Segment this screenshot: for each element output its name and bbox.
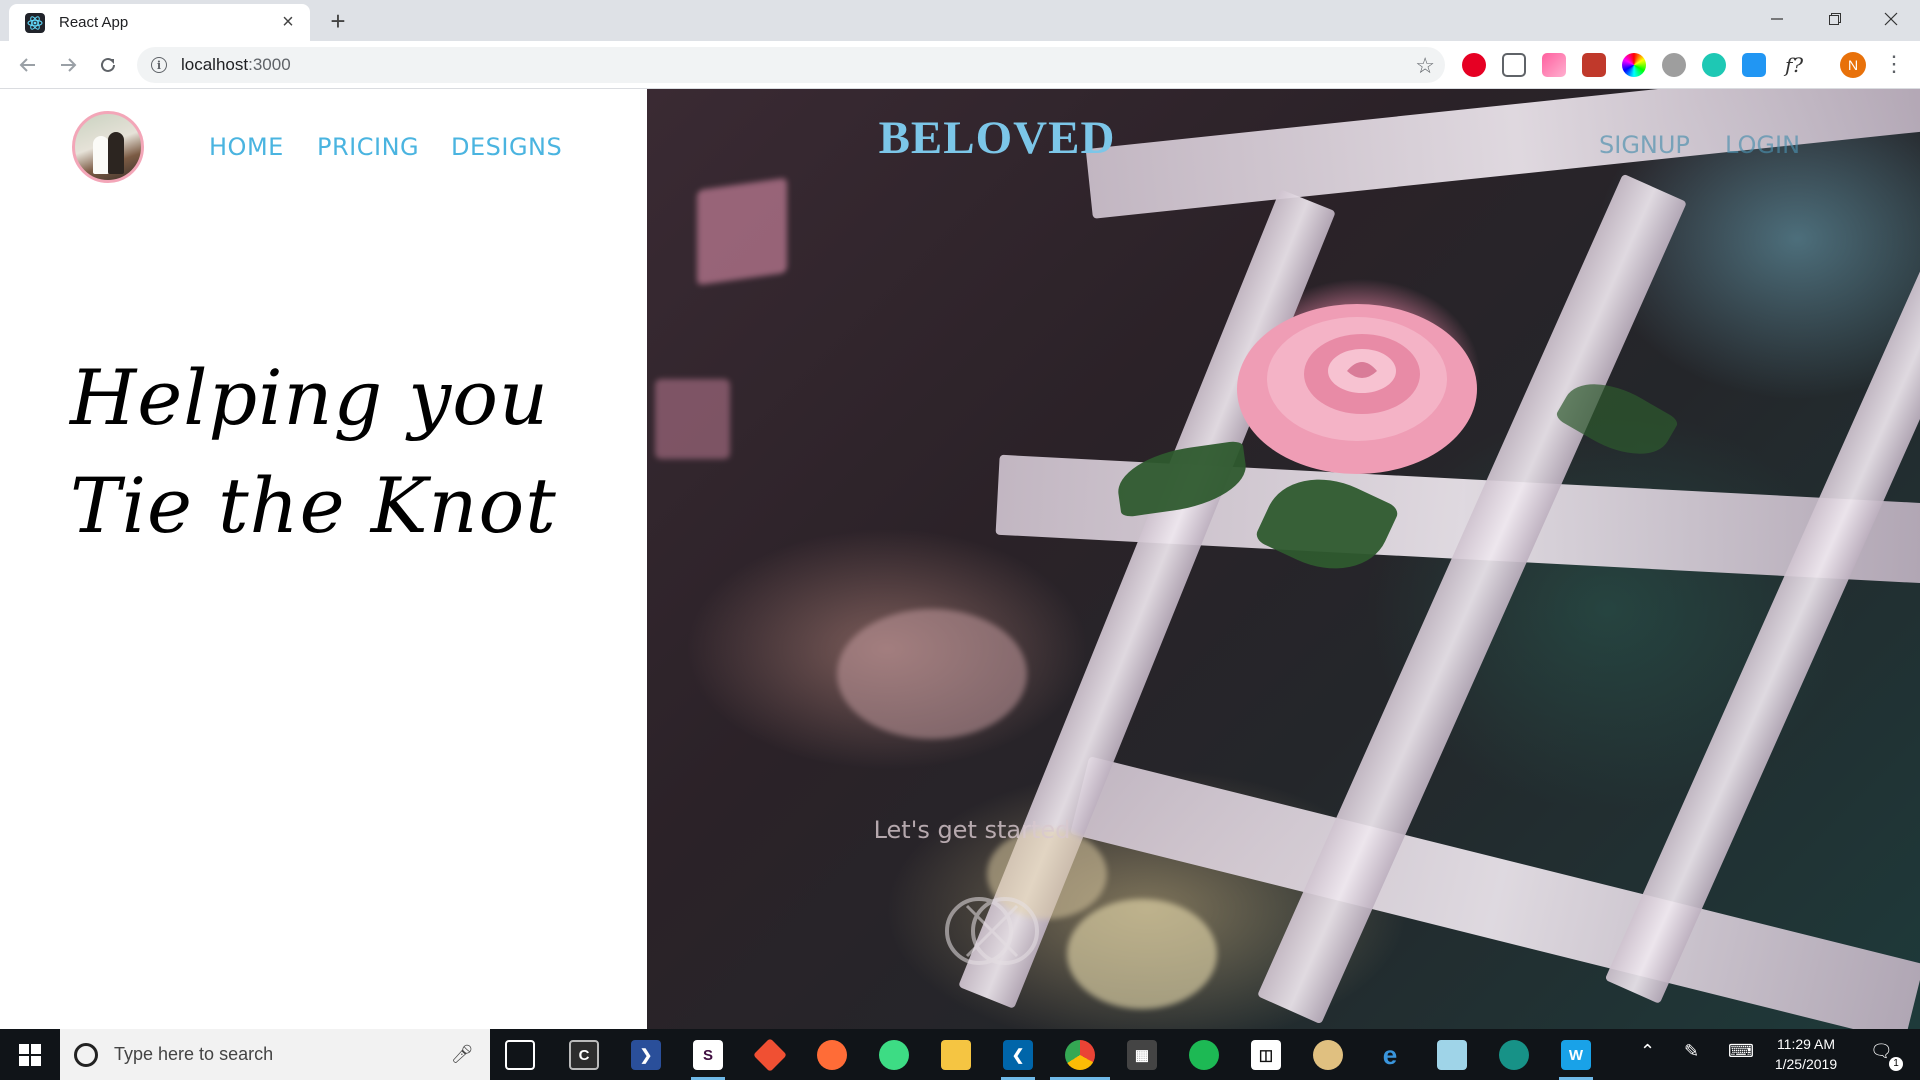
windows-start-icon[interactable] (0, 1029, 60, 1080)
tab-icon[interactable] (1742, 53, 1766, 77)
pumpkin-icon[interactable] (1662, 53, 1686, 77)
paint-icon[interactable] (1313, 1040, 1343, 1070)
spotify-icon[interactable] (1189, 1040, 1219, 1070)
left-panel: HOME PRICING DESIGNS Helping you Tie the… (0, 89, 647, 1029)
bride-figure (93, 136, 109, 174)
wedding-rings-icon[interactable] (937, 876, 1047, 986)
maximize-button[interactable] (1806, 0, 1864, 38)
powershell-icon[interactable]: ❯ (631, 1040, 661, 1070)
blurred-flower (1067, 899, 1217, 1009)
cortana-icon (74, 1042, 98, 1067)
brand-title[interactable]: BELOVED (847, 111, 1147, 165)
pink-rose-image (1237, 304, 1477, 474)
signup-link[interactable]: SIGNUP (1599, 131, 1690, 159)
clock-time: 11:29 AM (1776, 1036, 1836, 1052)
edge-icon[interactable]: e (1375, 1040, 1405, 1070)
forward-button[interactable] (54, 51, 82, 79)
site-info-icon[interactable]: i (151, 57, 167, 73)
react-favicon-icon (25, 12, 45, 33)
clock-date: 1/25/2019 (1774, 1056, 1838, 1072)
web-page: HOME PRICING DESIGNS Helping you Tie the… (0, 89, 1920, 1029)
profile-avatar[interactable]: N (1840, 52, 1866, 78)
hero-heading: Helping you Tie the Knot (70, 344, 630, 560)
gradient-icon[interactable] (1542, 53, 1566, 77)
tab-title: React App (59, 14, 129, 31)
microphone-icon[interactable]: 🎤︎ (450, 1044, 474, 1065)
trellis-slat (1604, 193, 1920, 1005)
terminal-icon[interactable]: C (569, 1040, 599, 1070)
browser-menu-icon[interactable]: ⋮ (1882, 51, 1906, 79)
url-host: localhost (181, 55, 249, 74)
vscode-icon[interactable]: ❮ (1003, 1040, 1033, 1070)
minimize-button[interactable] (1748, 0, 1806, 38)
notification-count-badge: 1 (1889, 1057, 1903, 1071)
color-wheel-icon[interactable] (1622, 53, 1646, 77)
screenshot-icon[interactable] (1502, 53, 1526, 77)
file-explorer-icon[interactable] (941, 1040, 971, 1070)
calculator-icon[interactable]: ▦ (1127, 1040, 1157, 1070)
teal-circle-icon[interactable] (1702, 53, 1726, 77)
pinterest-icon[interactable] (1462, 53, 1486, 77)
puzzle-icon[interactable] (1582, 53, 1606, 77)
hero-line-2: Tie the Knot (70, 461, 557, 550)
kindle-icon[interactable]: ◫ (1251, 1040, 1281, 1070)
browser-tab[interactable]: React App × (9, 4, 310, 41)
tab-close-icon[interactable]: × (276, 11, 300, 35)
taskbar-search-box[interactable]: Type here to search 🎤︎ (60, 1029, 490, 1080)
postman-icon[interactable] (817, 1040, 847, 1070)
tray-chevron-icon[interactable]: ⌃ (1640, 1041, 1655, 1062)
reload-button[interactable] (94, 51, 122, 79)
back-button[interactable] (14, 51, 42, 79)
browser-tab-bar: React App × + (0, 0, 1920, 41)
url-text: localhost:3000 (181, 55, 291, 75)
gitkraken-icon[interactable] (1499, 1040, 1529, 1070)
bookmark-star-icon[interactable]: ☆ (1415, 53, 1435, 79)
get-started-link[interactable]: Let's get started (822, 816, 1122, 844)
slack-icon[interactable]: S (693, 1040, 723, 1070)
login-link[interactable]: LOGIN (1725, 131, 1800, 159)
logo-avatar[interactable] (72, 111, 144, 183)
new-tab-button[interactable]: + (324, 8, 352, 36)
pen-icon[interactable]: ✎ (1684, 1041, 1699, 1062)
hero-line-1: Helping you (70, 353, 549, 442)
taskbar-clock[interactable]: 11:29 AM 1/25/2019 (1760, 1034, 1852, 1074)
address-bar[interactable]: i localhost:3000 ☆ (137, 47, 1445, 83)
hero-image-panel: BELOVED SIGNUP LOGIN Let's get started (647, 89, 1920, 1029)
notepad-icon[interactable] (1437, 1040, 1467, 1070)
blurred-petal-shape (655, 379, 730, 459)
close-window-button[interactable] (1862, 0, 1920, 38)
windows-taskbar: Type here to search 🎤︎ C ❯ S ❮ ▦ ◫ e W ⌃… (0, 1029, 1920, 1080)
browser-toolbar: i localhost:3000 ☆ f? N ⋮ (0, 41, 1920, 89)
nav-designs-link[interactable]: DESIGNS (451, 133, 562, 161)
taskbar-search-placeholder: Type here to search (114, 1044, 274, 1064)
groom-figure (108, 132, 124, 174)
url-port: :3000 (248, 55, 291, 74)
blurred-flower (837, 609, 1027, 739)
keyboard-icon[interactable]: ⌨ (1728, 1041, 1754, 1062)
task-view-icon[interactable] (505, 1040, 535, 1070)
chrome-icon[interactable] (1065, 1040, 1095, 1070)
webstorm-icon[interactable]: W (1561, 1040, 1591, 1070)
nav-home-link[interactable]: HOME (209, 133, 284, 161)
git-icon[interactable] (753, 1038, 787, 1072)
nav-pricing-link[interactable]: PRICING (317, 133, 419, 161)
blurred-petal-shape (697, 177, 787, 286)
android-studio-icon[interactable] (879, 1040, 909, 1070)
font-identifier-icon[interactable]: f? (1782, 53, 1806, 77)
